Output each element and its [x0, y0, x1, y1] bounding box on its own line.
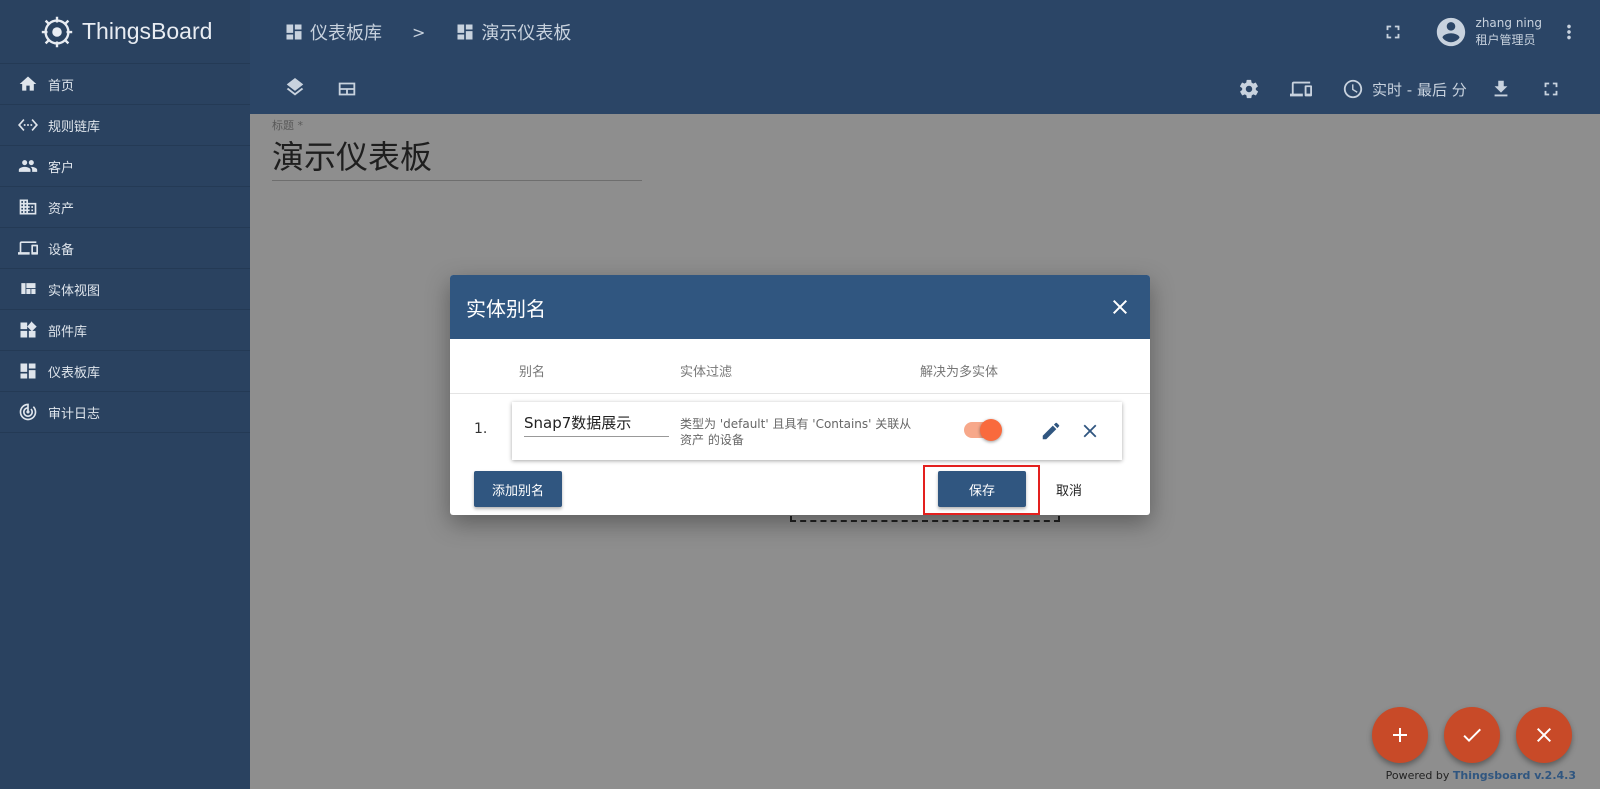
title-field-label: 标题 *	[272, 119, 303, 132]
close-icon[interactable]	[1108, 295, 1132, 319]
fullscreen-icon[interactable]	[1382, 21, 1404, 43]
column-resolve-multiple: 解决为多实体	[920, 365, 999, 380]
header-actions: zhang ning 租户管理员	[1382, 0, 1600, 64]
user-role: 租户管理员	[1475, 33, 1536, 47]
toggle-knob	[980, 419, 1002, 441]
view-quilt-icon	[18, 279, 38, 299]
remove-alias-icon[interactable]	[1079, 420, 1101, 442]
sidebar-item-audit-logs[interactable]: 审计日志	[0, 392, 250, 433]
entity-aliases-dialog: 实体别名 别名 实体过滤 解决为多实体 1. Snap7数据展示 类型为 'de…	[450, 275, 1150, 515]
sidebar-item-label: 审计日志	[48, 406, 101, 422]
settings-icon[interactable]	[1238, 64, 1260, 114]
sidebar-item-label: 仪表板库	[48, 365, 101, 381]
powered-link[interactable]: Thingsboard v.2.4.3	[1453, 769, 1576, 782]
breadcrumb-dashboards[interactable]: 仪表板库	[284, 19, 382, 45]
plus-icon	[1393, 728, 1407, 742]
breadcrumb-label: 演示仪表板	[481, 23, 572, 44]
dashboards-icon	[18, 361, 38, 381]
dashboard-toolbar: 实时 - 最后 分	[250, 64, 1600, 114]
sidebar-item-label: 部件库	[48, 324, 88, 340]
thingsboard-logo-icon	[41, 16, 73, 47]
download-icon[interactable]	[1490, 64, 1512, 114]
dialog-title: 实体别名	[466, 296, 546, 321]
resolve-multiple-toggle[interactable]	[964, 419, 1002, 441]
devices-icon[interactable]	[1290, 64, 1312, 114]
dashboard-title-input[interactable]: 演示仪表板	[272, 132, 642, 181]
user-name: zhang ning	[1475, 16, 1542, 30]
clock-icon	[1343, 79, 1363, 99]
fullscreen-icon[interactable]	[1540, 64, 1562, 114]
home-icon	[18, 74, 38, 94]
column-alias: 别名	[519, 365, 546, 380]
close-icon	[1537, 728, 1551, 742]
sidebar-item-assets[interactable]: 资产	[0, 187, 250, 228]
sidebar-item-label: 实体视图	[48, 283, 101, 299]
timewindow-control[interactable]: 实时 - 最后 分	[1342, 64, 1467, 114]
apply-changes-button[interactable]	[1444, 707, 1500, 763]
user-menu[interactable]: zhang ning 租户管理员	[1434, 15, 1542, 49]
sidebar-item-widgets[interactable]: 部件库	[0, 310, 250, 351]
check-icon	[1463, 728, 1481, 742]
sidebar: ThingsBoard 首页 规则链库 客户 资产 设备 实体视图 部件库 仪表…	[0, 0, 250, 789]
settings-ethernet-icon	[18, 115, 38, 135]
top-header: 仪表板库 > 演示仪表板 zhang ning 租户管理员	[250, 0, 1600, 64]
add-widget-button[interactable]	[1372, 707, 1428, 763]
sidebar-item-entity-views[interactable]: 实体视图	[0, 269, 250, 310]
sidebar-item-label: 客户	[48, 160, 75, 176]
dashboards-icon	[286, 24, 302, 40]
sidebar-item-rule-chains[interactable]: 规则链库	[0, 105, 250, 146]
logo[interactable]: ThingsBoard	[0, 0, 250, 64]
sidebar-item-label: 首页	[48, 78, 75, 94]
dashboards-icon	[457, 24, 473, 40]
save-button[interactable]: 保存	[938, 471, 1026, 507]
layers-icon[interactable]	[284, 64, 306, 114]
breadcrumb-separator: >	[412, 22, 426, 42]
widgets-icon	[18, 320, 38, 340]
sidebar-item-devices[interactable]: 设备	[0, 228, 250, 269]
more-vert-icon[interactable]	[1558, 21, 1580, 43]
sidebar-item-label: 规则链库	[48, 119, 101, 135]
entity-filter-description: 类型为 'default' 且具有 'Contains' 关联从 资产 的设备	[680, 417, 912, 447]
powered-prefix: Powered by	[1385, 769, 1450, 782]
people-icon	[18, 156, 38, 176]
sidebar-item-label: 设备	[48, 242, 75, 258]
breadcrumb-current-dashboard: 演示仪表板	[455, 19, 571, 45]
column-entity-filter: 实体过滤	[680, 365, 733, 380]
sidebar-item-customers[interactable]: 客户	[0, 146, 250, 187]
decline-changes-button[interactable]	[1516, 707, 1572, 763]
alias-name-input[interactable]: Snap7数据展示	[524, 412, 669, 437]
devices-icon	[18, 238, 38, 258]
sidebar-item-home[interactable]: 首页	[0, 64, 250, 105]
row-index: 1.	[474, 421, 488, 437]
timewindow-label: 实时 - 最后 分	[1372, 80, 1467, 99]
sidebar-item-label: 资产	[48, 201, 75, 217]
alias-row-card: Snap7数据展示 类型为 'default' 且具有 'Contains' 关…	[512, 402, 1122, 460]
breadcrumb-label: 仪表板库	[310, 23, 382, 44]
cancel-button[interactable]: 取消	[1034, 471, 1104, 507]
brand-name: ThingsBoard	[82, 18, 213, 44]
alias-table-header: 别名 实体过滤 解决为多实体	[450, 339, 1150, 394]
sidebar-item-dashboards[interactable]: 仪表板库	[0, 351, 250, 392]
track-changes-icon	[18, 402, 38, 422]
powered-by: Powered by Thingsboard v.2.4.3	[1386, 769, 1576, 782]
dialog-header: 实体别名	[450, 275, 1150, 339]
add-alias-button[interactable]: 添加别名	[474, 471, 562, 507]
alias-row: 1. Snap7数据展示 类型为 'default' 且具有 'Contains…	[450, 394, 1150, 460]
layout-icon[interactable]	[336, 64, 358, 114]
edit-icon[interactable]	[1040, 420, 1062, 442]
account-circle-icon	[1436, 17, 1465, 47]
domain-icon	[18, 197, 38, 217]
